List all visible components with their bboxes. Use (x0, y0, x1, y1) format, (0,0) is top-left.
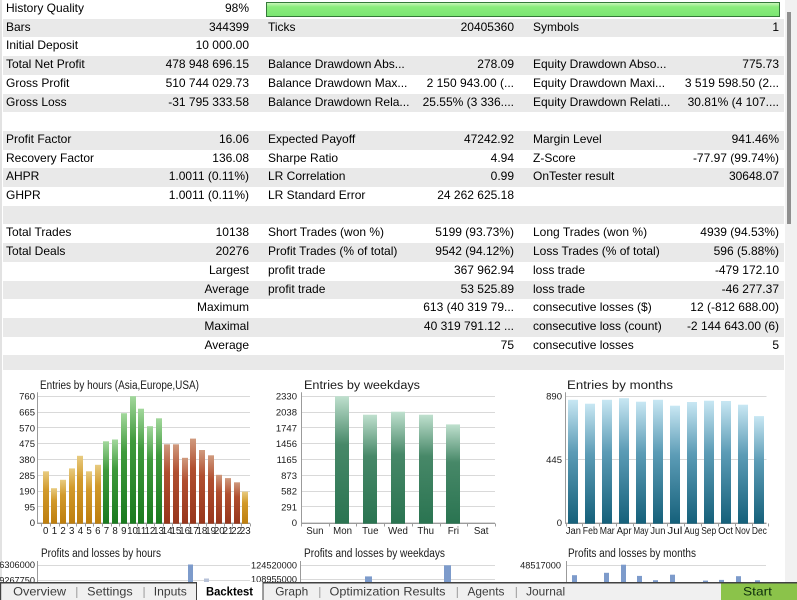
svg-text:1165: 1165 (277, 455, 297, 466)
svg-text:Profits and losses by weekdays: Profits and losses by weekdays (304, 548, 445, 560)
svg-text:665: 665 (19, 408, 35, 419)
svg-text:Apr: Apr (617, 526, 633, 537)
svg-text:|: | (318, 585, 321, 599)
svg-text:0: 0 (43, 526, 49, 537)
svg-text:Graph: Graph (275, 585, 308, 599)
svg-text:23: 23 (240, 526, 251, 537)
svg-text:6: 6 (95, 526, 100, 537)
svg-text:Sep: Sep (701, 526, 716, 537)
svg-text:Thu: Thu (417, 526, 434, 537)
svg-text:1456: 1456 (276, 439, 297, 450)
svg-text:Entries by weekdays: Entries by weekdays (304, 380, 420, 392)
svg-text:5: 5 (86, 526, 91, 537)
svg-text:582: 582 (281, 487, 297, 498)
svg-text:9: 9 (121, 526, 126, 537)
svg-text:Tue: Tue (362, 526, 378, 537)
svg-text:Wed: Wed (388, 526, 408, 537)
svg-text:760: 760 (19, 392, 35, 403)
svg-text:124520000: 124520000 (251, 560, 297, 570)
svg-text:Start: Start (743, 585, 773, 599)
svg-text:Sat: Sat (474, 526, 489, 537)
svg-text:Profits and losses by hours: Profits and losses by hours (41, 548, 161, 560)
svg-text:36306000: 36306000 (0, 560, 35, 570)
svg-text:Jan: Jan (566, 526, 581, 537)
svg-text:95: 95 (24, 502, 35, 513)
svg-text:291: 291 (281, 502, 297, 513)
svg-text:1747: 1747 (276, 423, 297, 434)
svg-text:|: | (456, 585, 459, 599)
svg-text:|: | (143, 585, 146, 599)
svg-text:Settings: Settings (87, 585, 133, 599)
svg-text:380: 380 (19, 455, 35, 466)
svg-text:475: 475 (19, 439, 35, 450)
svg-text:Dec: Dec (752, 526, 767, 537)
svg-text:Overview: Overview (13, 585, 66, 599)
svg-text:0: 0 (292, 518, 297, 529)
svg-text:285: 285 (19, 471, 35, 482)
svg-text:Feb: Feb (583, 526, 598, 537)
svg-text:2: 2 (60, 526, 65, 537)
svg-text:445: 445 (546, 455, 562, 466)
svg-text:Jul: Jul (667, 526, 682, 537)
svg-text:1: 1 (52, 526, 57, 537)
svg-text:48517000: 48517000 (520, 560, 561, 570)
svg-text:Sun: Sun (306, 526, 323, 537)
svg-text:Inputs: Inputs (154, 585, 187, 599)
svg-text:890: 890 (546, 392, 562, 403)
svg-text:Entries by months: Entries by months (567, 380, 673, 392)
svg-text:May: May (634, 526, 649, 537)
svg-text:8: 8 (112, 526, 117, 537)
svg-text:2038: 2038 (276, 408, 297, 419)
svg-text:Agents: Agents (468, 585, 505, 599)
svg-text:Profits and losses by months: Profits and losses by months (568, 548, 696, 560)
svg-text:|: | (75, 585, 78, 599)
svg-text:Mar: Mar (600, 526, 616, 537)
svg-text:Backtest: Backtest (206, 585, 253, 599)
svg-text:0: 0 (557, 518, 562, 529)
svg-text:Optimization Results: Optimization Results (330, 585, 446, 599)
svg-text:Aug: Aug (684, 526, 699, 537)
svg-text:0: 0 (30, 518, 35, 529)
svg-text:3: 3 (69, 526, 74, 537)
svg-text:Journal: Journal (526, 585, 565, 599)
svg-text:|: | (515, 585, 518, 599)
svg-text:Entries by hours (Asia,Europe,: Entries by hours (Asia,Europe,USA) (40, 380, 199, 392)
svg-text:7: 7 (104, 526, 109, 537)
svg-text:Nov: Nov (735, 526, 750, 537)
svg-text:Jun: Jun (650, 526, 665, 537)
svg-text:Fri: Fri (448, 526, 459, 537)
svg-text:2330: 2330 (276, 392, 297, 403)
svg-text:4: 4 (78, 526, 84, 537)
svg-text:873: 873 (281, 471, 297, 482)
svg-text:190: 190 (19, 487, 35, 498)
svg-text:570: 570 (19, 423, 35, 434)
svg-text:Mon: Mon (333, 526, 352, 537)
svg-text:Oct: Oct (718, 526, 733, 537)
